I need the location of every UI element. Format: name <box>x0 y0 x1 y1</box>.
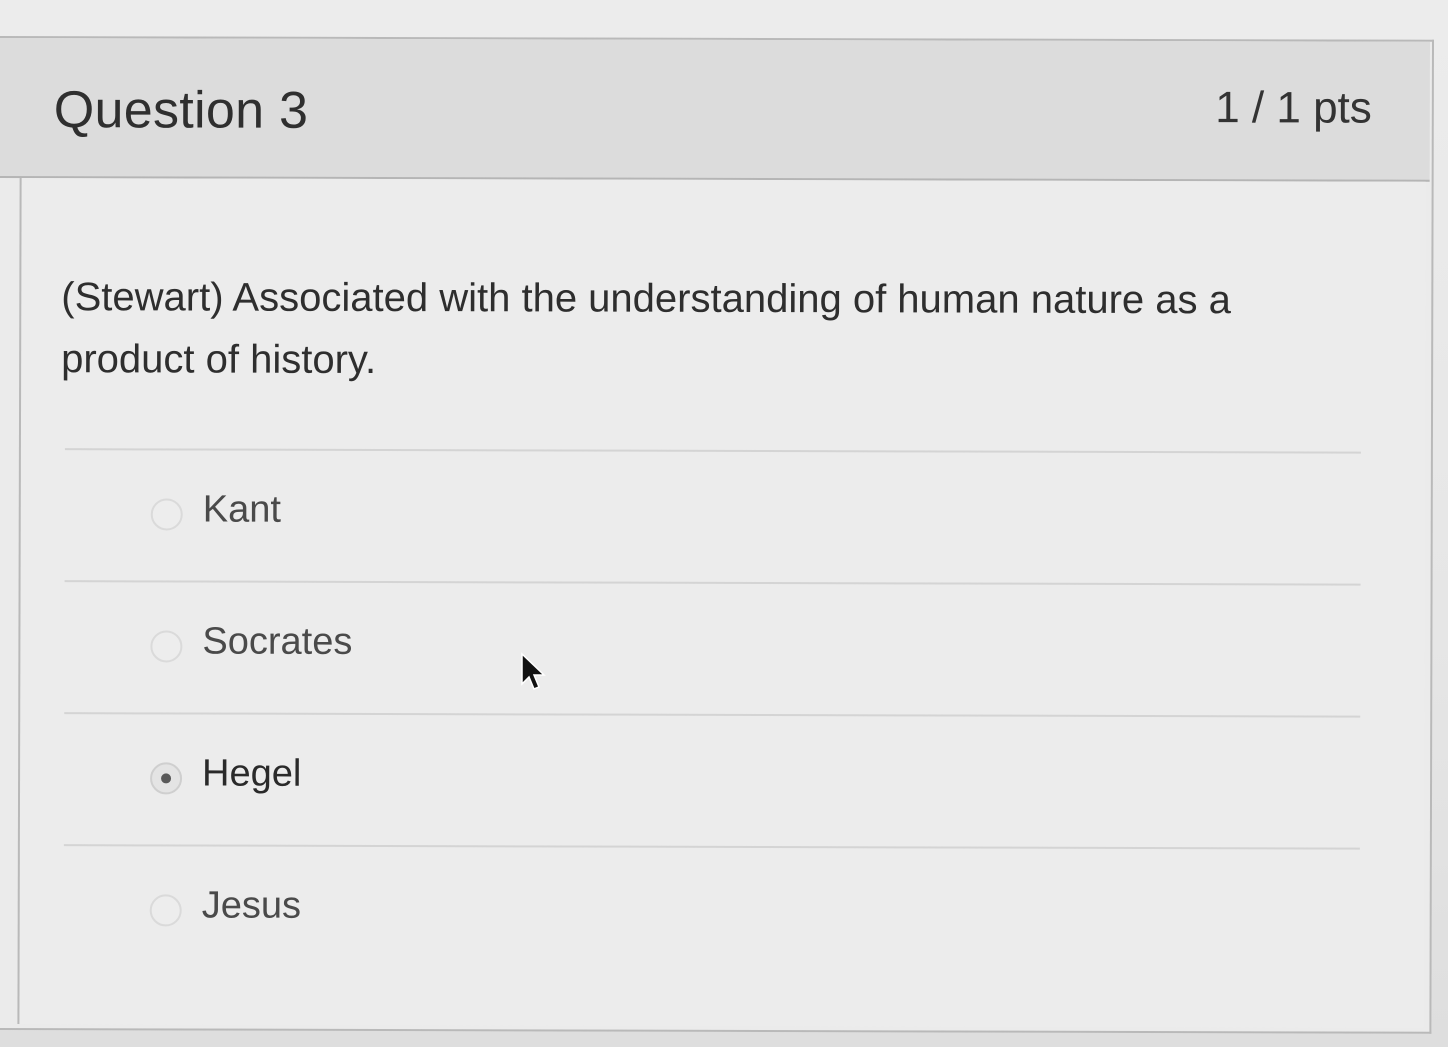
radio-button-selected[interactable] <box>150 762 183 795</box>
question-card: Question 3 1 / 1 pts (Stewart) Associate… <box>0 36 1434 1034</box>
answer-label[interactable]: Hegel <box>202 753 301 796</box>
answer-option-jesus[interactable]: Jesus <box>63 844 1360 980</box>
answer-label[interactable]: Socrates <box>202 621 352 664</box>
answer-option-socrates[interactable]: Socrates <box>64 580 1361 716</box>
mouse-pointer-icon <box>521 652 546 690</box>
question-title: Question 3 <box>53 81 309 140</box>
answer-option-kant[interactable]: Kant <box>64 448 1361 584</box>
question-text: (Stewart) Associated with the understand… <box>61 275 1231 382</box>
answer-option-hegel[interactable]: Hegel <box>63 712 1361 848</box>
answer-label[interactable]: Kant <box>203 489 281 532</box>
question-header: Question 3 1 / 1 pts <box>0 37 1430 182</box>
radio-button[interactable] <box>150 498 183 531</box>
question-body: (Stewart) Associated with the understand… <box>17 178 1426 1028</box>
radio-button[interactable] <box>149 894 182 927</box>
radio-button[interactable] <box>150 630 183 663</box>
quiz-page: Question 3 1 / 1 pts (Stewart) Associate… <box>0 0 1448 1047</box>
question-points: 1 / 1 pts <box>1215 83 1372 133</box>
answer-label[interactable]: Jesus <box>202 885 301 928</box>
answer-list: Kant Socrates Hegel Jesus <box>63 448 1361 980</box>
